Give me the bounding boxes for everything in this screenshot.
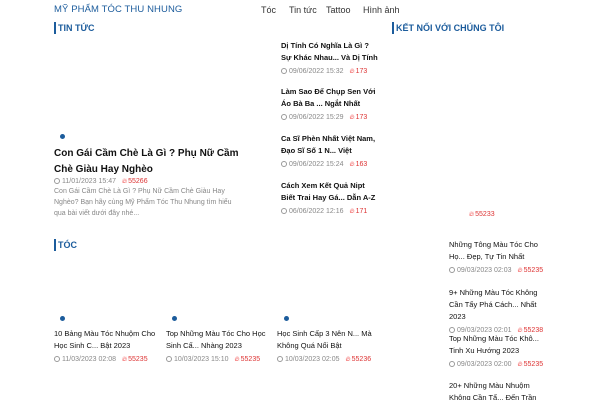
section-title-ket-noi: KẾT NỐI VỚI CHÚNG TÔI [392, 22, 504, 34]
side-news-meta: 06/06/2022 12:16 🔥︎171 [281, 207, 379, 216]
side-news-views: 163 [355, 161, 368, 168]
side-news-meta: 09/06/2022 15:29 🔥︎173 [281, 113, 379, 122]
side-news-views: 173 [355, 68, 368, 75]
featured-article-meta: 11/01/2023 15:47 🔥︎55266 [54, 177, 148, 186]
toc-card-title[interactable]: 10 Bảng Màu Tóc Nhuộm Cho Học Sinh C... … [54, 328, 158, 352]
toc-card-views: 55235 [128, 356, 148, 363]
toc-card[interactable]: Top Những Màu Tóc Cho Học Sinh Cấ... Nhà… [166, 328, 270, 364]
right-list-title[interactable]: Những Tông Màu Tóc Cho Họ... Đẹp, Tự Tin… [449, 239, 547, 263]
side-news-views: 173 [355, 114, 368, 121]
toc-card-views: 55236 [351, 356, 372, 363]
fire-icon: 🔥︎ [345, 356, 351, 363]
fire-icon: 🔥︎ [234, 356, 240, 363]
clock-icon [281, 68, 287, 74]
side-news-date: 09/06/2022 15:24 [289, 161, 344, 168]
side-news-views: 171 [355, 208, 368, 215]
ket-noi-views: 🔥︎55233 [469, 211, 495, 219]
list-item[interactable]: 9+ Những Màu Tóc Không Cần Tẩy Phá Cách.… [449, 287, 547, 335]
featured-article-title[interactable]: Con Gái Cầm Chè Là Gì ? Phụ Nữ Cầm Chè G… [54, 146, 244, 178]
right-list-date: 09/03/2023 02:00 [457, 361, 512, 368]
side-news-title[interactable]: Làm Sao Để Chụp Sen Với Áo Bà Ba ... Ngắ… [281, 86, 379, 110]
right-list-views: 55235 [523, 267, 544, 274]
side-news-date: 09/06/2022 15:29 [289, 114, 344, 121]
featured-date: 11/01/2023 15:47 [62, 178, 116, 185]
side-news-title[interactable]: Ca Sĩ Phèn Nhất Việt Nam, Đạo Sĩ Số 1 N.… [281, 133, 379, 157]
nav-item-tattoo[interactable]: Tattoo [326, 5, 351, 15]
toc-card-title[interactable]: Học Sinh Cấp 3 Nên N... Mà Không Quá Nổi… [277, 328, 381, 352]
bullet-dot [60, 134, 65, 139]
clock-icon [166, 356, 172, 362]
nav-item-toc[interactable]: Tóc [261, 5, 276, 15]
list-item[interactable]: 20+ Những Màu Nhuộm Không Cần Tẩ... Đến … [449, 380, 547, 400]
fire-icon: 🔥︎ [517, 267, 523, 274]
fire-icon: 🔥︎ [349, 208, 355, 215]
side-news-title[interactable]: Cách Xem Kết Quả Nipt Biết Trai Hay Gá..… [281, 180, 379, 204]
right-list-meta: 09/03/2023 02:00 🔥︎55235 [449, 360, 547, 369]
list-item[interactable]: Làm Sao Để Chụp Sen Với Áo Bà Ba ... Ngắ… [281, 86, 379, 122]
right-list-title[interactable]: 20+ Những Màu Nhuộm Không Cần Tẩ... Đến … [449, 380, 547, 400]
bullet-dot [172, 316, 177, 321]
toc-card-title[interactable]: Top Những Màu Tóc Cho Học Sinh Cấ... Nhà… [166, 328, 270, 352]
clock-icon [54, 356, 60, 362]
featured-article-excerpt: Con Gái Cầm Chè Là Gì ? Phụ Nữ Cầm Chè G… [54, 188, 232, 217]
right-list-meta: 09/03/2023 02:03 🔥︎55235 [449, 266, 547, 275]
toc-card[interactable]: Học Sinh Cấp 3 Nên N... Mà Không Quá Nổi… [277, 328, 381, 364]
list-item[interactable]: Cách Xem Kết Quả Nipt Biết Trai Hay Gá..… [281, 180, 379, 216]
bullet-dot [60, 316, 65, 321]
list-item[interactable]: Top Những Màu Tóc Khô... Tinh Xu Hướng 2… [449, 333, 547, 369]
site-logo[interactable]: MỸ PHẨM TÓC THU NHUNG [54, 4, 182, 15]
fire-icon: 🔥︎ [121, 178, 128, 185]
toc-card-date: 11/03/2023 02:08 [62, 356, 116, 363]
fire-icon: 🔥︎ [349, 68, 355, 75]
fire-icon: 🔥︎ [121, 356, 128, 363]
right-list-title[interactable]: 9+ Những Màu Tóc Không Cần Tẩy Phá Cách.… [449, 287, 547, 323]
toc-card-date: 10/03/2023 02:05 [285, 356, 340, 363]
clock-icon [281, 114, 287, 120]
toc-card[interactable]: 10 Bảng Màu Tóc Nhuộm Cho Học Sinh C... … [54, 328, 158, 364]
clock-icon [277, 356, 283, 362]
site-header: MỸ PHẨM TÓC THU NHUNG Tóc Tin tức Tattoo… [0, 0, 600, 22]
side-news-title[interactable]: Dị Tính Có Nghĩa Là Gì ? Sự Khác Nhau...… [281, 40, 379, 64]
side-news-meta: 09/06/2022 15:24 🔥︎163 [281, 160, 379, 169]
toc-card-meta: 10/03/2023 15:10 🔥︎55235 [166, 355, 270, 364]
ket-noi-views-count: 55233 [475, 211, 495, 218]
side-news-meta: 09/06/2022 15:32 🔥︎173 [281, 67, 379, 76]
clock-icon [449, 361, 455, 367]
list-item[interactable]: Dị Tính Có Nghĩa Là Gì ? Sự Khác Nhau...… [281, 40, 379, 76]
fire-icon: 🔥︎ [517, 361, 523, 368]
side-news-date: 09/06/2022 15:32 [289, 68, 344, 75]
clock-icon [281, 161, 287, 167]
clock-icon [449, 267, 455, 273]
toc-card-date: 10/03/2023 15:10 [174, 356, 229, 363]
fire-icon: 🔥︎ [349, 114, 355, 121]
toc-card-meta: 11/03/2023 02:08 🔥︎55235 [54, 355, 158, 364]
clock-icon [281, 208, 287, 214]
clock-icon [54, 178, 60, 184]
nav-item-tin-tuc[interactable]: Tin tức [289, 5, 317, 15]
toc-card-views: 55235 [240, 356, 261, 363]
list-item[interactable]: Ca Sĩ Phèn Nhất Việt Nam, Đạo Sĩ Số 1 N.… [281, 133, 379, 169]
toc-card-meta: 10/03/2023 02:05 🔥︎55236 [277, 355, 381, 364]
featured-views: 55266 [128, 178, 148, 185]
right-list-views: 55235 [523, 361, 544, 368]
fire-icon: 🔥︎ [469, 211, 475, 218]
bullet-dot [284, 316, 289, 321]
side-news-date: 06/06/2022 12:16 [289, 208, 344, 215]
right-list-title[interactable]: Top Những Màu Tóc Khô... Tinh Xu Hướng 2… [449, 333, 547, 357]
fire-icon: 🔥︎ [349, 161, 355, 168]
nav-item-hinh-anh[interactable]: Hình ảnh [363, 5, 400, 15]
section-title-tin-tuc[interactable]: TIN TỨC [54, 22, 94, 34]
section-title-toc[interactable]: TÓC [54, 239, 77, 251]
list-item[interactable]: Những Tông Màu Tóc Cho Họ... Đẹp, Tự Tin… [449, 239, 547, 275]
right-list-date: 09/03/2023 02:03 [457, 267, 512, 274]
